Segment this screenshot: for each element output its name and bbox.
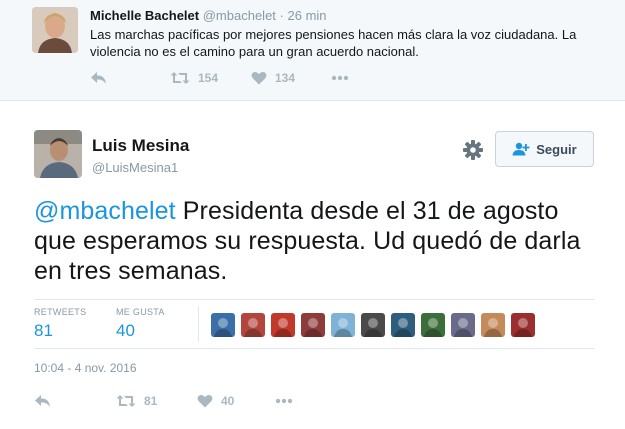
retweet-button[interactable]: 154 (170, 71, 218, 85)
like-button[interactable]: 134 (251, 71, 295, 85)
liker-avatar-6[interactable] (361, 313, 385, 337)
like-count: 134 (275, 71, 296, 85)
more-button[interactable] (331, 75, 349, 81)
more-icon (331, 75, 349, 81)
reply-button[interactable] (34, 394, 51, 408)
like-button[interactable]: 40 (197, 394, 234, 408)
settings-button[interactable] (462, 139, 484, 161)
liker-avatar-7[interactable] (391, 313, 415, 337)
retweet-count: 154 (198, 71, 219, 85)
reply-icon (35, 395, 50, 407)
liker-avatar-3[interactable] (271, 313, 295, 337)
heart-icon (197, 394, 213, 408)
author-handle[interactable]: @mbachelet (203, 8, 276, 23)
liker-avatar-9[interactable] (451, 313, 475, 337)
parent-tweet-header: Michelle Bachelet @mbachelet · 26 min (90, 8, 327, 23)
tweet-time[interactable]: 26 min (288, 8, 327, 23)
mention-link[interactable]: @mbachelet (34, 197, 176, 225)
separator: · (279, 8, 284, 23)
avatar[interactable] (34, 130, 82, 178)
liker-avatar-2[interactable] (241, 313, 265, 337)
like-count: 40 (221, 394, 235, 408)
heart-icon (251, 71, 267, 85)
liker-avatar-11[interactable] (511, 313, 535, 337)
divider (34, 348, 594, 349)
add-user-icon (512, 142, 530, 156)
likes-value: 40 (116, 321, 135, 340)
follow-label: Seguir (536, 141, 577, 157)
retweet-button[interactable]: 81 (116, 394, 157, 408)
retweet-icon (116, 395, 136, 407)
retweets-label: RETWEETS (34, 307, 87, 317)
liker-avatar-5[interactable] (331, 313, 355, 337)
tweet-text: @mbachelet Presidenta desde el 31 de ago… (34, 196, 604, 286)
gear-icon (463, 140, 483, 160)
avatar[interactable] (32, 7, 78, 53)
liker-avatar-8[interactable] (421, 313, 445, 337)
tweet-text: Las marchas pacíficas por mejores pensio… (90, 27, 577, 59)
author-handle[interactable]: @LuisMesina1 (92, 160, 178, 175)
follow-button[interactable]: Seguir (495, 131, 594, 167)
retweets-stat[interactable]: RETWEETS 81 (34, 307, 86, 341)
liker-avatar-10[interactable] (481, 313, 505, 337)
parent-tweet: Michelle Bachelet @mbachelet · 26 min La… (0, 0, 625, 101)
more-button[interactable] (275, 398, 293, 404)
liker-avatar-4[interactable] (301, 313, 325, 337)
tweet-timestamp[interactable]: 10:04 - 4 nov. 2016 (34, 361, 137, 375)
divider (34, 299, 594, 300)
liker-avatars (211, 313, 541, 337)
more-icon (275, 398, 293, 404)
likes-label: ME GUSTA (116, 307, 165, 317)
stats-separator (198, 306, 199, 342)
reply-icon (91, 72, 106, 84)
retweet-icon (170, 72, 190, 84)
retweets-value: 81 (34, 321, 53, 340)
retweet-count: 81 (144, 394, 158, 408)
author-name[interactable]: Michelle Bachelet (90, 8, 199, 23)
reply-button[interactable] (90, 71, 107, 85)
author-name[interactable]: Luis Mesina (92, 136, 189, 156)
liker-avatar-1[interactable] (211, 313, 235, 337)
likes-stat[interactable]: ME GUSTA 40 (116, 307, 165, 341)
